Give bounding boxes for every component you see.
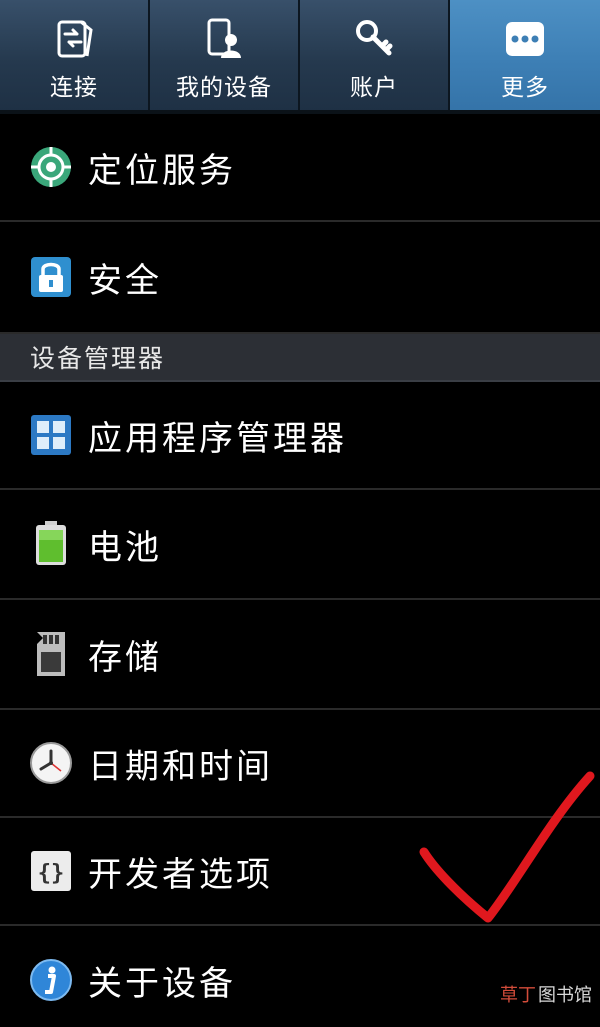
clock-icon	[28, 740, 74, 786]
tab-label: 更多	[501, 75, 549, 101]
sd-card-icon	[28, 631, 74, 677]
section-header-label: 设备管理器	[30, 344, 166, 373]
settings-screen: 连接 我的设备 账户 更多 定位服务 安全 设备管理器 应用程序管理器 电池 存…	[0, 0, 600, 1027]
settings-list: 定位服务 安全 设备管理器 应用程序管理器 电池 存储 日期和时间 {} 开发者…	[0, 114, 600, 1027]
tab-bar: 连接 我的设备 账户 更多	[0, 0, 600, 112]
location-icon	[28, 144, 74, 190]
list-item-label: 存储	[88, 637, 162, 678]
app-manager-icon	[28, 412, 74, 458]
list-item-battery[interactable]: 电池	[0, 490, 600, 600]
watermark-text-b: 图书馆	[538, 985, 592, 1006]
list-item-developer-options[interactable]: {} 开发者选项	[0, 818, 600, 926]
more-icon	[502, 16, 548, 62]
list-item-label: 关于设备	[88, 963, 236, 1004]
tab-label: 账户	[350, 75, 398, 101]
section-header-device-manager: 设备管理器	[0, 334, 600, 382]
list-item-label: 应用程序管理器	[88, 418, 347, 459]
tab-accounts[interactable]: 账户	[300, 0, 450, 112]
my-device-icon	[201, 16, 247, 62]
list-item-date-time[interactable]: 日期和时间	[0, 710, 600, 818]
list-item-about-device[interactable]: 关于设备	[0, 926, 600, 1027]
info-icon	[28, 957, 74, 1003]
list-item-storage[interactable]: 存储	[0, 600, 600, 710]
watermark: 草丁 图书馆	[500, 981, 592, 1007]
list-item-application-manager[interactable]: 应用程序管理器	[0, 382, 600, 490]
svg-text:{}: {}	[38, 861, 65, 886]
watermark-text-a: 草丁	[500, 985, 536, 1006]
battery-icon	[28, 521, 74, 567]
list-item-label: 定位服务	[88, 150, 236, 191]
list-item-label: 电池	[88, 527, 162, 568]
tab-my-device[interactable]: 我的设备	[150, 0, 300, 112]
tab-label: 我的设备	[176, 75, 272, 101]
list-item-security[interactable]: 安全	[0, 222, 600, 334]
braces-icon: {}	[28, 848, 74, 894]
tab-label: 连接	[50, 75, 98, 101]
list-item-label: 开发者选项	[88, 854, 273, 895]
list-item-location-services[interactable]: 定位服务	[0, 114, 600, 222]
accounts-icon	[351, 16, 397, 62]
tab-more[interactable]: 更多	[450, 0, 600, 112]
tab-connections[interactable]: 连接	[0, 0, 150, 112]
list-item-label: 安全	[88, 260, 162, 301]
list-item-label: 日期和时间	[88, 746, 273, 787]
connections-icon	[51, 16, 97, 62]
lock-icon	[28, 254, 74, 300]
